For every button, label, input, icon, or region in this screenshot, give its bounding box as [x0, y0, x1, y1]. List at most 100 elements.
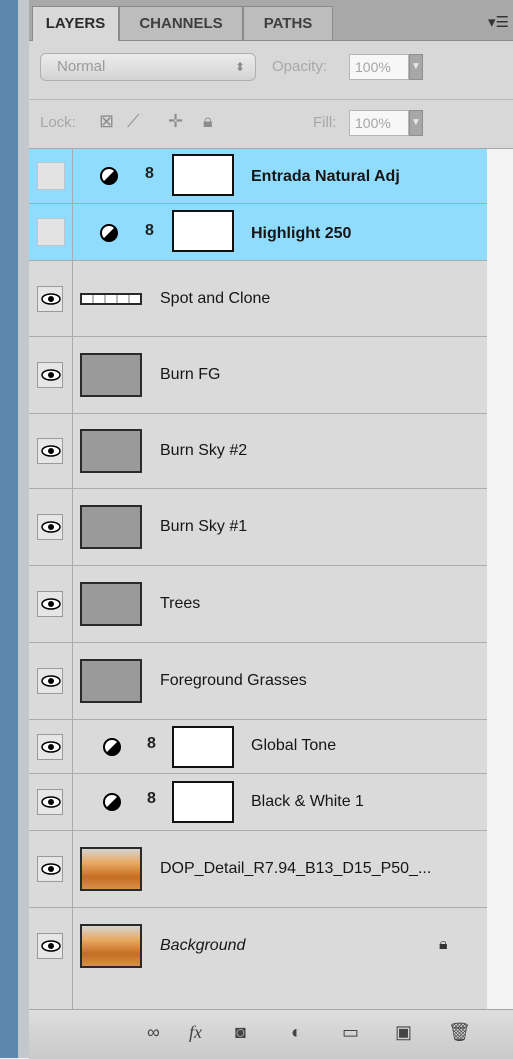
lock-all-icon[interactable]: 🔒︎ [203, 111, 213, 132]
layer-row-entrada-natural-adj[interactable]: 8 Entrada Natural Adj [29, 149, 487, 204]
panel-tab-bar: LAYERS CHANNELS PATHS ▾☰ [29, 0, 513, 41]
layer-thumbnail[interactable] [80, 293, 142, 305]
panel-menu-icon[interactable]: ▾☰ [488, 13, 509, 31]
layer-row-global-tone[interactable]: 8 Global Tone [29, 720, 487, 774]
window-frame-gutter [18, 0, 29, 1058]
lock-pixels-brush-icon[interactable]: ⟋ [127, 111, 140, 132]
blend-mode-value: Normal [57, 58, 106, 75]
window-frame-left [0, 0, 20, 1058]
lock-position-move-icon[interactable]: ✛ [168, 111, 183, 132]
layers-panel: LAYERS CHANNELS PATHS ▾☰ Normal ⬍ Opacit… [29, 0, 513, 1059]
layer-thumbnail[interactable] [80, 659, 142, 703]
visibility-toggle-empty[interactable] [37, 162, 65, 190]
opacity-field[interactable]: 100% [349, 54, 409, 80]
tab-layers[interactable]: LAYERS [32, 6, 119, 41]
updown-arrows-icon: ⬍ [234, 60, 245, 74]
adjustment-layer-icon [102, 737, 122, 757]
visibility-cell[interactable] [29, 831, 73, 907]
layer-mask-thumbnail[interactable] [172, 210, 234, 252]
new-layer-icon[interactable]: ▣ [395, 1022, 412, 1043]
eye-icon[interactable] [37, 789, 63, 815]
layer-mask-thumbnail[interactable] [172, 781, 234, 823]
lock-transparency-icon[interactable]: ⊠ [99, 111, 114, 132]
layer-name: Black & White 1 [251, 793, 364, 810]
layer-thumbnail[interactable] [80, 505, 142, 549]
layer-thumbnail[interactable] [80, 847, 142, 891]
layers-list: 8 Entrada Natural Adj 8 Highlight 250 Sp… [29, 149, 487, 1009]
blend-options-row: Normal ⬍ Opacity: 100% ▼ [29, 41, 513, 100]
visibility-cell[interactable] [29, 774, 73, 830]
layer-thumbnail[interactable] [80, 924, 142, 968]
visibility-cell[interactable] [29, 149, 73, 203]
eye-icon[interactable] [37, 933, 63, 959]
layer-row-dop-detail[interactable]: DOP_Detail_R7.94_B13_D15_P50_... [29, 831, 487, 908]
layer-name: Entrada Natural Adj [251, 168, 400, 185]
layer-thumbnail[interactable] [80, 429, 142, 473]
fill-label: Fill: [313, 114, 337, 131]
layer-row-background[interactable]: Background 🔒︎ [29, 908, 487, 985]
fill-dropdown-icon[interactable]: ▼ [409, 110, 423, 136]
tab-paths[interactable]: PATHS [243, 6, 333, 40]
visibility-cell[interactable] [29, 414, 73, 488]
layer-name: Spot and Clone [160, 290, 271, 307]
lock-label: Lock: [40, 114, 76, 131]
layer-name: Burn Sky #1 [160, 518, 248, 535]
layer-row-burn-fg[interactable]: Burn FG [29, 337, 487, 414]
new-group-icon[interactable]: ▭ [342, 1022, 359, 1043]
layer-row-trees[interactable]: Trees [29, 566, 487, 643]
visibility-cell[interactable] [29, 643, 73, 719]
layer-mask-thumbnail[interactable] [172, 726, 234, 768]
chain-link-icon[interactable]: 8 [147, 790, 156, 808]
layer-name: DOP_Detail_R7.94_B13_D15_P50_... [160, 860, 432, 877]
layer-thumbnail[interactable] [80, 353, 142, 397]
visibility-cell[interactable] [29, 204, 73, 260]
layer-row-foreground-grasses[interactable]: Foreground Grasses [29, 643, 487, 720]
chain-link-icon[interactable]: 8 [147, 735, 156, 753]
eye-icon[interactable] [37, 438, 63, 464]
new-adjustment-icon[interactable]: ◐ [291, 1022, 302, 1043]
eye-icon[interactable] [37, 668, 63, 694]
adjustment-layer-icon [99, 166, 119, 186]
layer-name: Global Tone [251, 737, 337, 754]
layer-row-highlight-250[interactable]: 8 Highlight 250 [29, 204, 487, 261]
eye-icon[interactable] [37, 591, 63, 617]
lock-row: Lock: ⊠ ⟋ ✛ 🔒︎ Fill: 100% ▼ [29, 100, 513, 149]
link-layers-icon[interactable]: ∞ [147, 1022, 160, 1043]
visibility-cell[interactable] [29, 566, 73, 642]
opacity-label: Opacity: [272, 58, 328, 75]
eye-icon[interactable] [37, 362, 63, 388]
layer-mask-thumbnail[interactable] [172, 154, 234, 196]
column-divider [72, 985, 73, 1009]
eye-icon[interactable] [37, 856, 63, 882]
layer-thumbnail[interactable] [80, 582, 142, 626]
layer-name: Foreground Grasses [160, 672, 307, 689]
eye-icon[interactable] [37, 286, 63, 312]
visibility-cell[interactable] [29, 720, 73, 773]
trash-icon[interactable]: 🗑︎ [448, 1022, 471, 1043]
visibility-cell[interactable] [29, 337, 73, 413]
visibility-toggle-empty[interactable] [37, 218, 65, 246]
visibility-cell[interactable] [29, 908, 73, 985]
blend-mode-select[interactable]: Normal ⬍ [40, 53, 256, 81]
layer-row-burn-sky-1[interactable]: Burn Sky #1 [29, 489, 487, 566]
visibility-cell[interactable] [29, 261, 73, 336]
layer-row-burn-sky-2[interactable]: Burn Sky #2 [29, 414, 487, 489]
layer-row-spot-and-clone[interactable]: Spot and Clone [29, 261, 487, 337]
fx-icon[interactable]: fx [189, 1022, 202, 1043]
layers-scroll-area[interactable] [487, 149, 513, 1009]
visibility-cell[interactable] [29, 489, 73, 565]
chain-link-icon[interactable]: 8 [145, 222, 154, 240]
eye-icon[interactable] [37, 734, 63, 760]
adjustment-layer-icon [99, 223, 119, 243]
layer-name: Background [160, 937, 246, 954]
chain-link-icon[interactable]: 8 [145, 165, 154, 183]
fill-field[interactable]: 100% [349, 110, 409, 136]
tab-channels[interactable]: CHANNELS [119, 6, 243, 40]
add-mask-icon[interactable]: ◙ [235, 1022, 246, 1043]
layer-name: Burn FG [160, 366, 221, 383]
eye-icon[interactable] [37, 514, 63, 540]
opacity-dropdown-icon[interactable]: ▼ [409, 54, 423, 80]
layer-row-black-white-1[interactable]: 8 Black & White 1 [29, 774, 487, 831]
layer-name: Highlight 250 [251, 225, 352, 242]
layer-name: Trees [160, 595, 201, 612]
